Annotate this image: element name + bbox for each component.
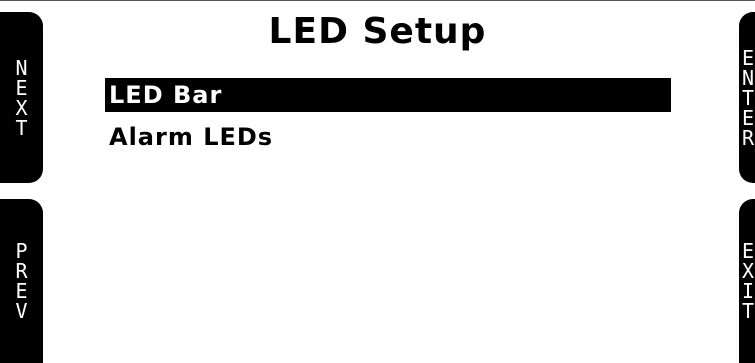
- page-title: LED Setup: [268, 11, 487, 52]
- next-letter: E: [15, 75, 28, 100]
- exit-letter: I: [742, 279, 755, 303]
- menu-list: LED Bar Alarm LEDs: [105, 78, 671, 162]
- prev-letter: P: [15, 239, 28, 263]
- enter-letter: E: [742, 105, 755, 130]
- top-border: [0, 0, 755, 1]
- exit-button[interactable]: E X I T: [739, 199, 755, 363]
- menu-item-led-bar[interactable]: LED Bar: [105, 78, 671, 112]
- enter-letter: R: [742, 125, 755, 150]
- prev-letter: R: [15, 259, 28, 283]
- enter-letter: N: [742, 65, 755, 90]
- menu-item-alarm-leds[interactable]: Alarm LEDs: [105, 120, 671, 154]
- next-letter: X: [15, 95, 28, 120]
- next-letter: T: [15, 115, 28, 140]
- prev-letter: V: [15, 299, 28, 323]
- lcd-screen: N E X T P R E V E N T E R E X I T LED Se…: [0, 0, 755, 363]
- exit-letter: T: [742, 299, 755, 323]
- prev-letter: E: [15, 279, 28, 303]
- prev-button[interactable]: P R E V: [0, 199, 43, 363]
- enter-letter: T: [742, 85, 755, 110]
- exit-letter: X: [742, 259, 755, 283]
- next-letter: N: [15, 55, 28, 80]
- exit-letter: E: [742, 239, 755, 263]
